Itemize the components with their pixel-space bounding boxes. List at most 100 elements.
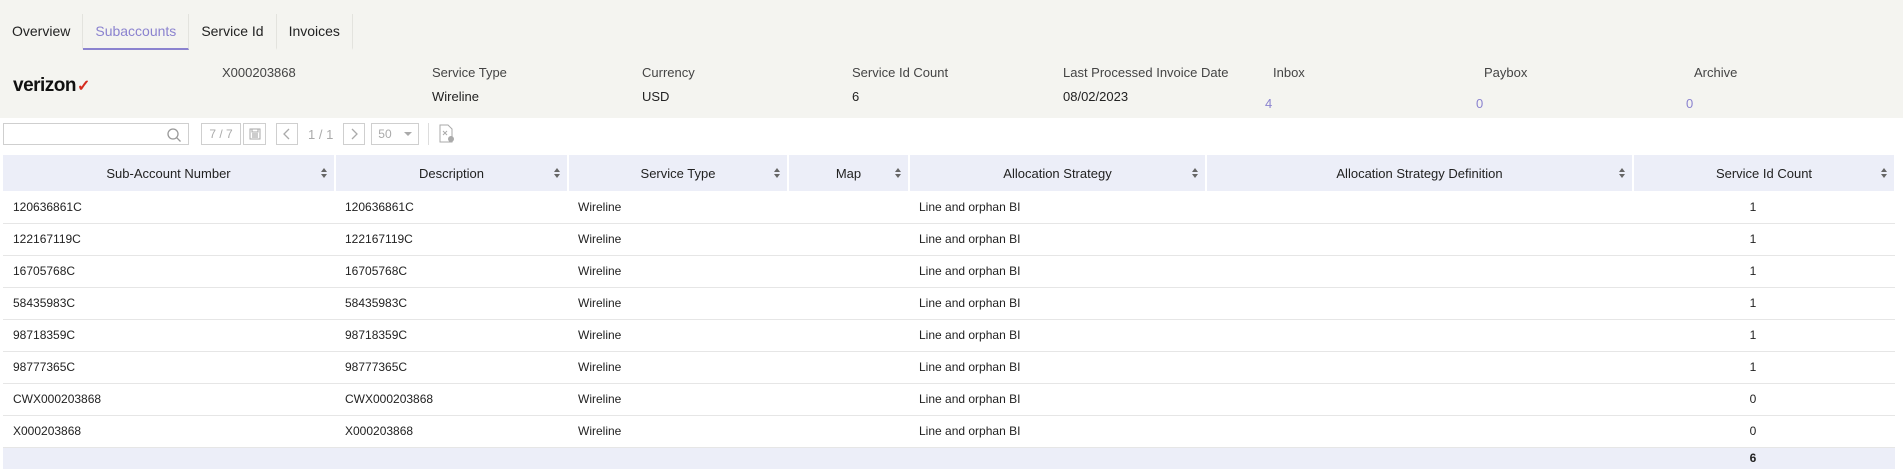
service-type-cell: Wireline [568, 319, 788, 352]
service-id-count-cell: 1 [1633, 191, 1895, 224]
total-row: 6 [3, 447, 1895, 469]
next-page-icon [351, 128, 359, 140]
sub-account-number-cell: 58435983C [3, 287, 335, 320]
sub-account-number-cell: 120636861C [3, 191, 335, 224]
table-header-row: Sub-Account Number Description Service Typ… [3, 155, 1896, 191]
total-empty-cell [909, 447, 1206, 469]
search-icon[interactable] [166, 127, 182, 143]
archive-count-link[interactable]: 0 [1686, 96, 1737, 111]
service-type-field: Service Type Wireline [432, 65, 507, 104]
sub-account-number-cell: 122167119C [3, 223, 335, 256]
column-header[interactable]: Allocation Strategy Definition [1206, 155, 1634, 191]
tab-bar: Overview Subaccounts Service Id Invoices [0, 14, 353, 50]
total-service-id-count: 6 [1633, 447, 1895, 469]
inbox-field: Inbox 4 [1265, 65, 1305, 111]
record-count: 7 / 7 [201, 123, 241, 145]
map-cell [788, 319, 909, 352]
sub-account-number-cell: 98777365C [3, 351, 335, 384]
sort-icon[interactable] [1881, 168, 1887, 178]
table-row[interactable]: 120636861C 120636861C Wireline Line and orp… [3, 191, 1895, 224]
tab-service-id[interactable]: Service Id [189, 14, 277, 50]
sub-account-number-cell: CWX000203868 [3, 383, 335, 416]
sort-icon[interactable] [321, 168, 327, 178]
service-type-cell: Wireline [568, 383, 788, 416]
tab-invoices[interactable]: Invoices [277, 14, 353, 50]
paybox-count-link[interactable]: 0 [1476, 96, 1527, 111]
prev-page-button[interactable] [276, 123, 298, 145]
account-number: X000203868 [222, 65, 296, 80]
last-processed-field: Last Processed Invoice Date 08/02/2023 [1063, 65, 1229, 104]
map-cell [788, 287, 909, 320]
table-row[interactable]: CWX000203868 CWX000203868 Wireline Line and… [3, 383, 1895, 416]
allocation-definition-cell [1206, 191, 1633, 224]
paybox-field: Paybox 0 [1476, 65, 1528, 111]
subaccounts-panel: 7 / 7 1 / 1 50 Sub-Account Number Descri… [0, 118, 1903, 470]
sort-icon[interactable] [554, 168, 560, 178]
service-id-count-cell: 1 [1633, 223, 1895, 256]
search-input[interactable] [4, 124, 164, 144]
map-cell [788, 383, 909, 416]
sub-account-number-cell: 98718359C [3, 319, 335, 352]
sort-icon[interactable] [1192, 168, 1198, 178]
column-header[interactable]: Service Id Count [1633, 155, 1896, 191]
description-cell: 98718359C [335, 319, 568, 352]
allocation-definition-cell [1206, 287, 1633, 320]
logo-check-icon: ✓ [77, 78, 90, 95]
grid-toolbar: 7 / 7 1 / 1 50 [3, 122, 456, 146]
service-id-count-cell: 1 [1633, 351, 1895, 384]
export-icon [249, 128, 260, 140]
total-empty-cell [335, 447, 568, 469]
total-empty-cell [568, 447, 788, 469]
map-cell [788, 415, 909, 448]
column-header[interactable]: Allocation Strategy [909, 155, 1207, 191]
inbox-count-link[interactable]: 4 [1265, 96, 1305, 111]
service-type-cell: Wireline [568, 191, 788, 224]
description-cell: 16705768C [335, 255, 568, 288]
allocation-strategy-cell: Line and orphan BI [909, 351, 1206, 384]
subaccounts-table: Sub-Account Number Description Service Typ… [3, 155, 1896, 469]
service-id-count-field: Service Id Count 6 [852, 65, 949, 104]
tab-overview[interactable]: Overview [0, 14, 84, 50]
sort-icon[interactable] [1619, 168, 1625, 178]
service-id-count-cell: 0 [1633, 383, 1895, 416]
clear-filter-icon[interactable] [438, 124, 456, 144]
currency-field: Currency USD [642, 65, 695, 104]
sub-account-number-cell: 16705768C [3, 255, 335, 288]
allocation-definition-cell [1206, 223, 1633, 256]
allocation-definition-cell [1206, 415, 1633, 448]
table-row[interactable]: 58435983C 58435983C Wireline Line and orpha… [3, 287, 1895, 320]
table-row[interactable]: 98777365C 98777365C Wireline Line and orpha… [3, 351, 1895, 384]
allocation-strategy-cell: Line and orphan BI [909, 383, 1206, 416]
sort-icon[interactable] [895, 168, 901, 178]
map-cell [788, 255, 909, 288]
table-row[interactable]: 16705768C 16705768C Wireline Line and orpha… [3, 255, 1895, 288]
total-empty-cell [788, 447, 909, 469]
next-page-button[interactable] [343, 123, 366, 145]
table-row[interactable]: 98718359C 98718359C Wireline Line and orpha… [3, 319, 1895, 352]
prev-page-icon [283, 128, 290, 140]
service-id-count-cell: 1 [1633, 319, 1895, 352]
page-size-select[interactable]: 50 [371, 123, 420, 145]
archive-field: Archive 0 [1686, 65, 1738, 111]
allocation-definition-cell [1206, 351, 1633, 384]
allocation-strategy-cell: Line and orphan BI [909, 415, 1206, 448]
tab-subaccounts[interactable]: Subaccounts [83, 14, 190, 50]
column-header[interactable]: Map [788, 155, 910, 191]
total-empty-cell [1206, 447, 1633, 469]
service-type-cell: Wireline [568, 415, 788, 448]
allocation-definition-cell [1206, 255, 1633, 288]
map-cell [788, 223, 909, 256]
export-button[interactable] [243, 123, 266, 145]
description-cell: 122167119C [335, 223, 568, 256]
description-cell: CWX000203868 [335, 383, 568, 416]
sort-icon[interactable] [774, 168, 780, 178]
column-header[interactable]: Service Type [568, 155, 789, 191]
search-box [3, 123, 189, 145]
description-cell: 98777365C [335, 351, 568, 384]
column-header[interactable]: Description [335, 155, 569, 191]
column-header[interactable]: Sub-Account Number [3, 155, 336, 191]
table-row[interactable]: 122167119C 122167119C Wireline Line and orp… [3, 223, 1895, 256]
table-row[interactable]: X000203868 X000203868 Wireline Line and orp… [3, 415, 1895, 448]
allocation-strategy-cell: Line and orphan BI [909, 191, 1206, 224]
total-empty-cell [3, 447, 335, 469]
